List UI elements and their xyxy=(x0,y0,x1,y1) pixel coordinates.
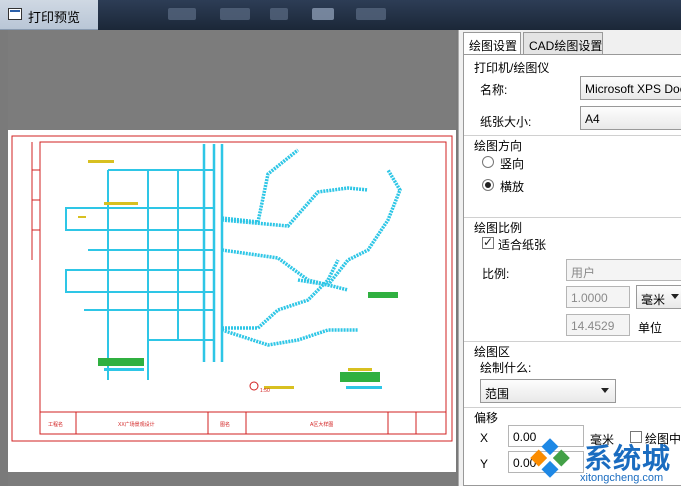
background-taskbar xyxy=(98,0,681,30)
offset-y-label: Y xyxy=(480,457,489,471)
scale-unit-2: 单位 xyxy=(638,321,663,335)
plot-area-group-title: 绘图区 xyxy=(474,345,511,359)
tab-cad-plot-settings[interactable]: CAD绘图设置 xyxy=(523,32,603,54)
tb-project-name: XX广场景观设计 xyxy=(118,421,155,428)
watermark-url: xitongcheng.com xyxy=(580,472,664,484)
title-bar: 打印预览 xyxy=(0,0,681,30)
fit-to-paper-checkbox[interactable] xyxy=(482,235,494,249)
scale-value-1[interactable]: 1.0000 xyxy=(566,286,630,308)
paper-size-select[interactable]: A4 xyxy=(580,106,681,130)
portrait-label: 竖向 xyxy=(500,157,525,171)
window-title: 打印预览 xyxy=(28,10,81,25)
tb-drawing-label: 图名 xyxy=(220,421,230,428)
tab-plot-settings[interactable]: 绘图设置 xyxy=(463,32,521,55)
app-icon xyxy=(8,8,22,20)
printer-group-title: 打印机/绘图仪 xyxy=(474,61,550,75)
plot-what-label: 绘制什么: xyxy=(480,361,532,375)
paper-size-label: 纸张大小: xyxy=(480,115,532,129)
scale-unit-1-select[interactable]: 毫米 xyxy=(636,285,681,309)
paper-sheet: 1:50 工程名 XX广场景观设计 图名 A区大样图 xyxy=(8,130,456,472)
cad-drawing: 1:50 工程名 XX广场景观设计 图名 A区大样图 xyxy=(11,135,453,442)
tb-drawing-name: A区大样图 xyxy=(310,421,333,428)
print-preview-area: 1:50 工程名 XX广场景观设计 图名 A区大样图 xyxy=(8,30,456,486)
fit-to-paper-label: 适合纸张 xyxy=(498,238,547,252)
offset-group-title: 偏移 xyxy=(474,411,499,425)
landscape-label: 横放 xyxy=(500,180,525,194)
scale-group-title: 绘图比例 xyxy=(474,221,523,235)
landscape-radio[interactable] xyxy=(482,179,494,191)
printer-name-select[interactable]: Microsoft XPS Docu xyxy=(580,76,681,100)
tb-project-label: 工程名 xyxy=(48,421,63,428)
plot-what-select[interactable]: 范围 xyxy=(480,379,616,403)
printer-name-label: 名称: xyxy=(480,83,508,97)
offset-x-label: X xyxy=(480,431,489,445)
orientation-group-title: 绘图方向 xyxy=(474,139,523,153)
ratio-select[interactable]: 用户 xyxy=(566,259,681,281)
ratio-label: 比例: xyxy=(482,267,510,281)
settings-panel: 绘图设置 CAD绘图设置 打印机/绘图仪 名称: Microsoft XPS D… xyxy=(458,30,681,486)
watermark-brand: 系统城 xyxy=(584,443,672,474)
scale-value-2[interactable]: 14.4529 xyxy=(566,314,630,336)
portrait-radio[interactable] xyxy=(482,156,494,168)
tab-content: 打印机/绘图仪 名称: Microsoft XPS Docu 纸张大小: A4 … xyxy=(463,54,681,486)
scale-note: 1:50 xyxy=(260,388,270,394)
